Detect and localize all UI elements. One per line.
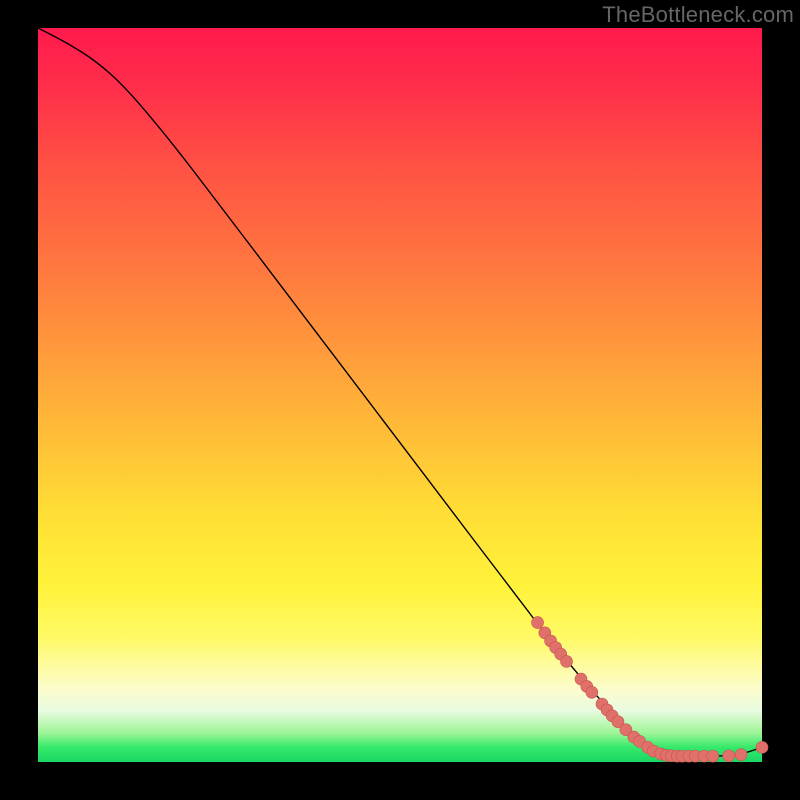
chart-overlay [38, 28, 762, 762]
marker-layer [532, 617, 768, 763]
chart-frame: TheBottleneck.com [0, 0, 800, 800]
curve-line [38, 28, 762, 756]
data-marker [586, 686, 598, 698]
data-marker [561, 655, 573, 667]
watermark-text: TheBottleneck.com [602, 2, 794, 28]
plot-area [38, 28, 762, 762]
data-marker [735, 749, 747, 761]
data-marker [532, 617, 544, 629]
data-marker [707, 750, 719, 762]
data-marker [756, 741, 768, 753]
data-marker [723, 750, 735, 762]
